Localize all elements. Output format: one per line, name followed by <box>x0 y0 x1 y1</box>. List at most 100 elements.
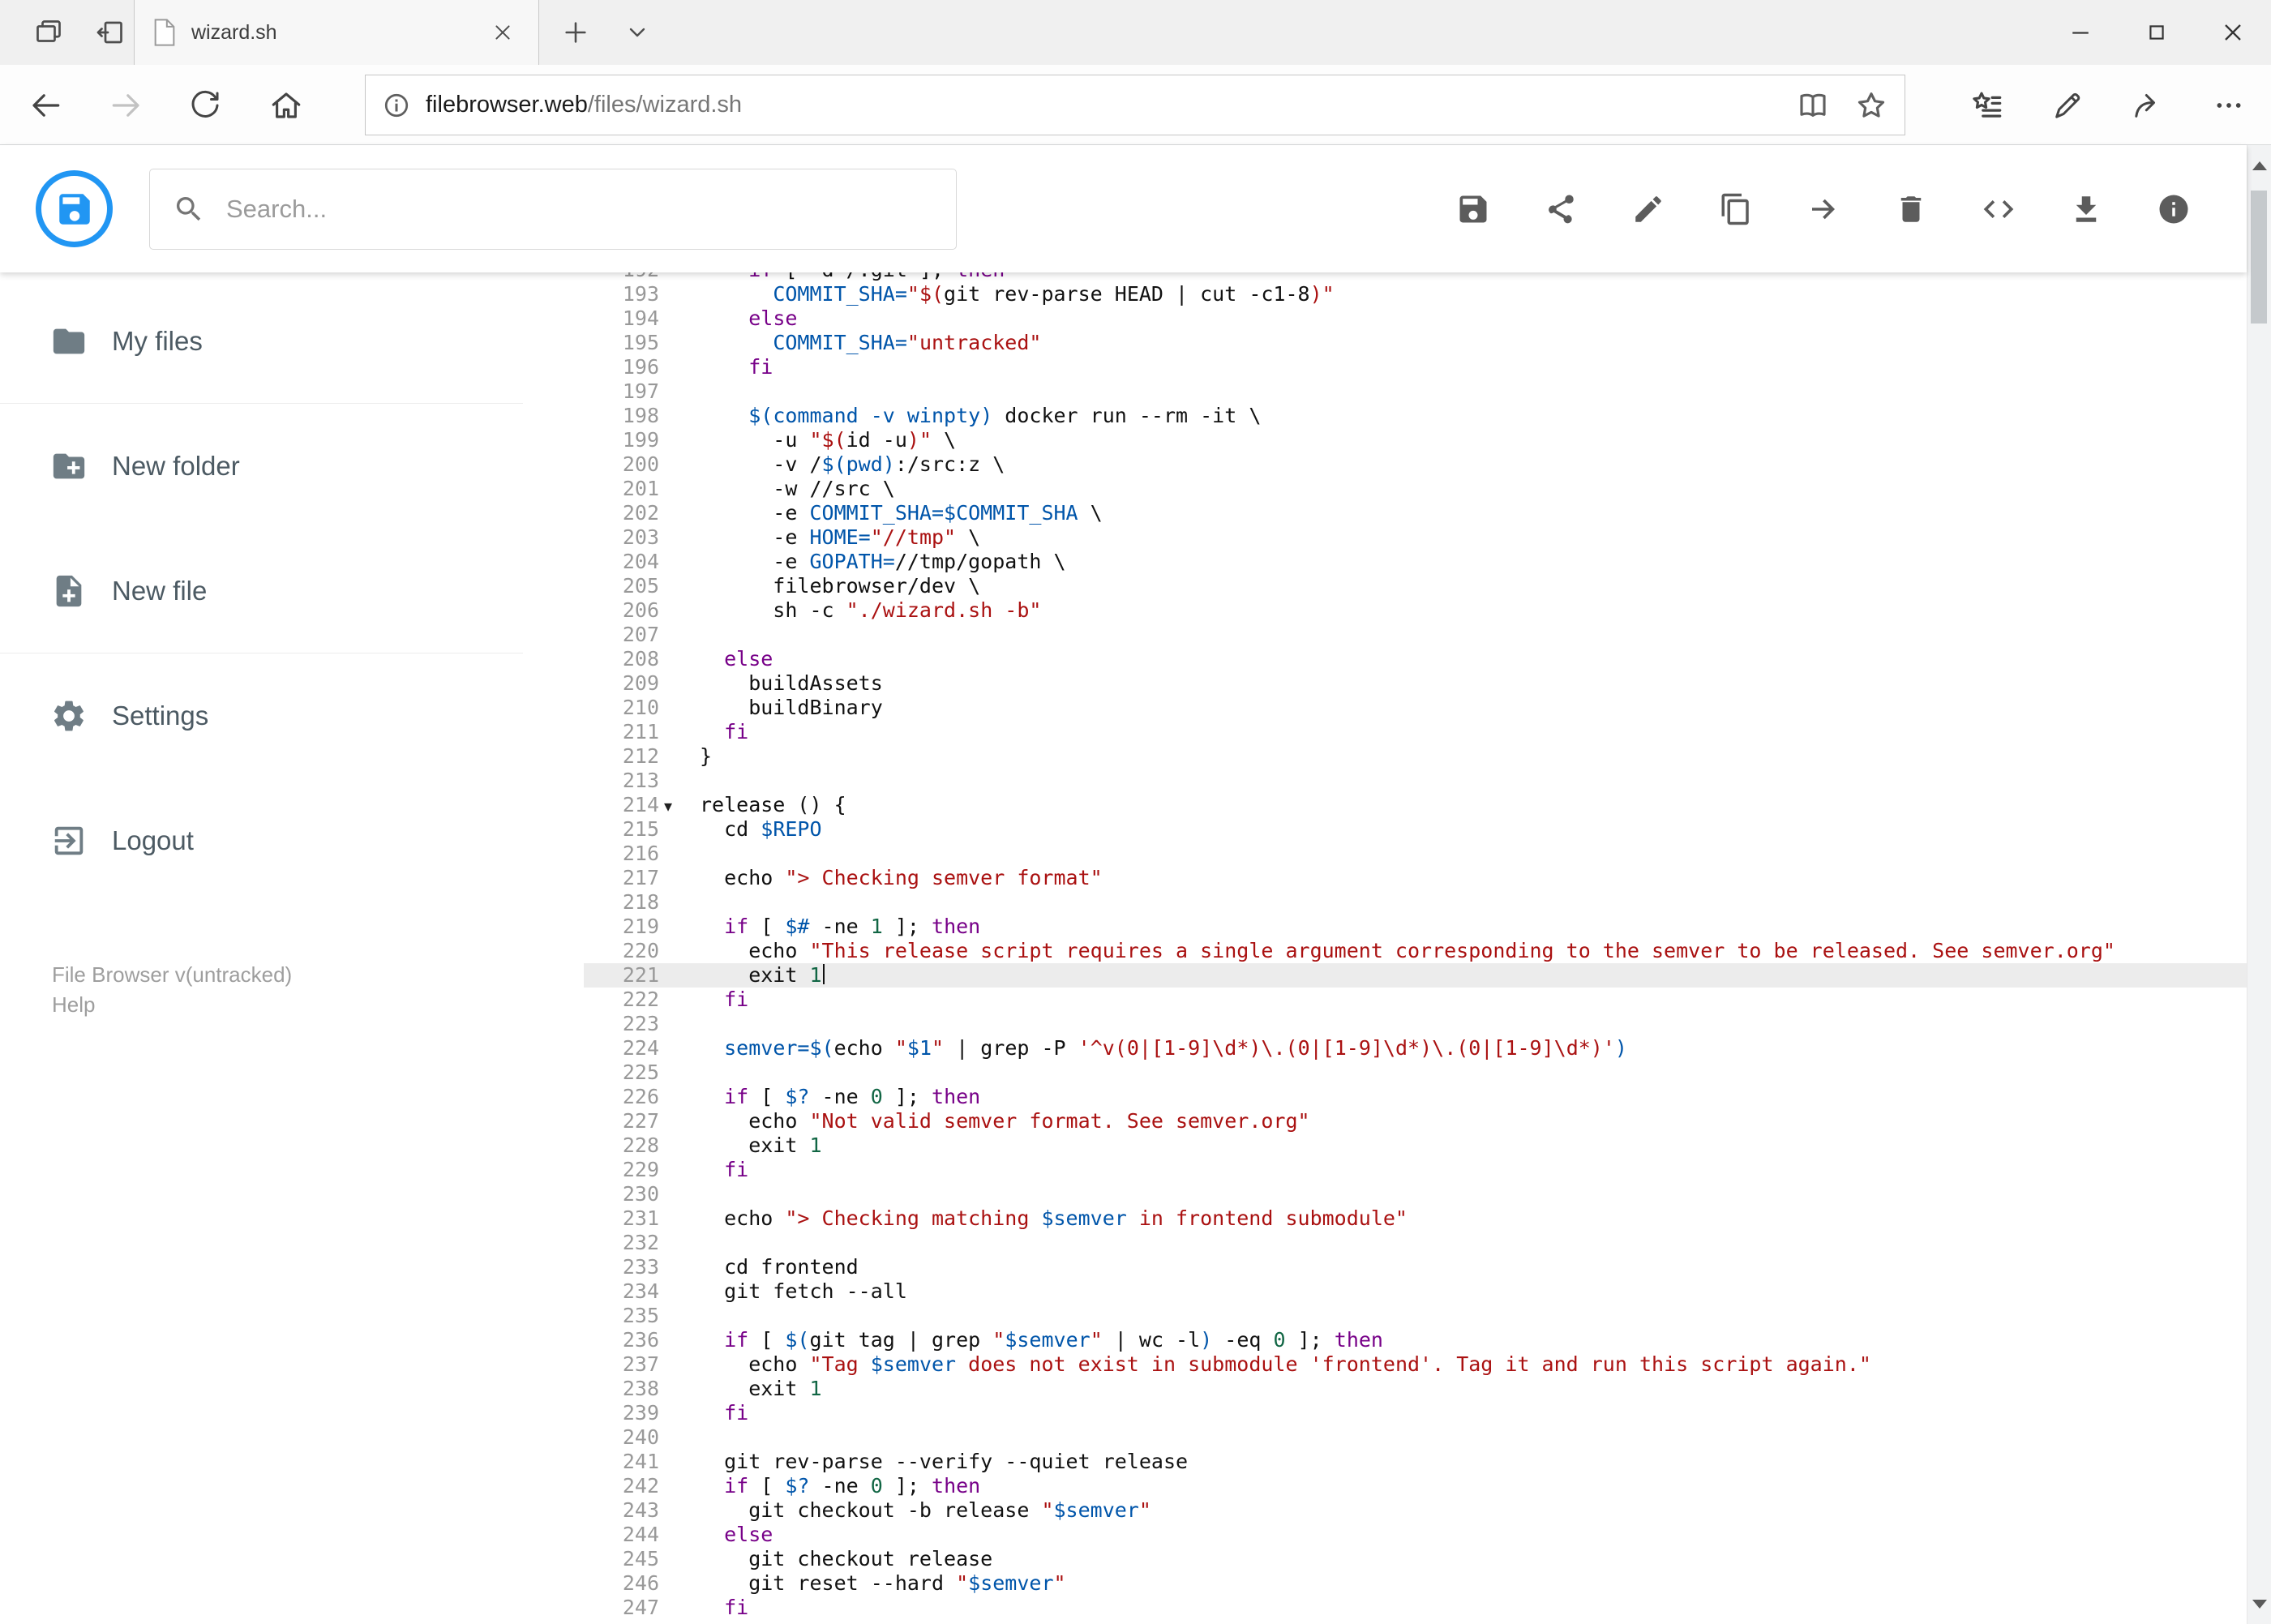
tab-close-icon[interactable] <box>485 15 521 50</box>
code-line[interactable]: 202 -e COMMIT_SHA=$COMMIT_SHA \ <box>584 501 2247 525</box>
browser-tab[interactable]: wizard.sh <box>134 0 539 65</box>
code-text[interactable]: -w //src \ <box>700 477 895 500</box>
line-number[interactable]: 235 <box>584 1304 659 1328</box>
code-line[interactable]: 224 semver=$(echo "$1" | grep -P '^v(0|[… <box>584 1036 2247 1061</box>
refresh-button[interactable] <box>176 76 234 135</box>
search-bar[interactable] <box>149 169 957 250</box>
code-line[interactable]: 214 ▾ release () { <box>584 793 2247 817</box>
line-number[interactable]: 195 <box>584 331 659 355</box>
code-text[interactable]: COMMIT_SHA="$(git rev-parse HEAD | cut -… <box>700 282 1334 306</box>
code-line[interactable]: 200 -v /$(pwd):/src:z \ <box>584 452 2247 477</box>
code-line[interactable]: 221 exit 1 <box>584 963 2247 988</box>
line-number[interactable]: 196 <box>584 355 659 379</box>
code-line[interactable]: 246 git reset --hard "$semver" <box>584 1571 2247 1596</box>
line-number[interactable]: 240 <box>584 1425 659 1450</box>
code-text[interactable]: sh -c "./wizard.sh -b" <box>700 598 1041 622</box>
line-number[interactable]: 229 <box>584 1158 659 1182</box>
line-number[interactable]: 243 <box>584 1498 659 1523</box>
code-text[interactable]: if [ $? -ne 0 ]; then <box>700 1085 980 1108</box>
line-number[interactable]: 226 <box>584 1085 659 1109</box>
code-line[interactable]: 205 filebrowser/dev \ <box>584 574 2247 598</box>
line-number[interactable]: 203 <box>584 525 659 550</box>
sidebar-item-settings[interactable]: Settings <box>0 653 523 778</box>
line-number[interactable]: 216 <box>584 842 659 866</box>
sidebar-item-new-file[interactable]: New file <box>0 529 523 653</box>
code-text[interactable]: git checkout release <box>700 1547 992 1570</box>
line-number[interactable]: 213 <box>584 769 659 793</box>
move-button[interactable] <box>1799 185 1848 234</box>
code-text[interactable]: -e COMMIT_SHA=$COMMIT_SHA \ <box>700 501 1102 525</box>
code-text[interactable]: echo "Tag $semver does not exist in subm… <box>700 1352 1871 1376</box>
url-text[interactable]: filebrowser.web/files/wizard.sh <box>426 92 1783 118</box>
line-number[interactable]: 211 <box>584 720 659 744</box>
line-number[interactable]: 219 <box>584 915 659 939</box>
new-tab-button[interactable] <box>545 0 606 65</box>
code-line[interactable]: 192 if [ -d /.git ]; then <box>584 272 2247 282</box>
line-number[interactable]: 246 <box>584 1571 659 1596</box>
code-line[interactable]: 225 <box>584 1061 2247 1085</box>
code-line[interactable]: 215 cd $REPO <box>584 817 2247 842</box>
line-number[interactable]: 209 <box>584 671 659 696</box>
code-line[interactable]: 245 git checkout release <box>584 1547 2247 1571</box>
code-line[interactable]: 207 <box>584 623 2247 647</box>
code-line[interactable]: 226 if [ $? -ne 0 ]; then <box>584 1085 2247 1109</box>
code-line[interactable]: 238 exit 1 <box>584 1377 2247 1401</box>
scrollbar-up-arrow[interactable] <box>2247 145 2271 186</box>
line-number[interactable]: 220 <box>584 939 659 963</box>
code-line[interactable]: 199 -u "$(id -u)" \ <box>584 428 2247 452</box>
code-text[interactable]: exit 1 <box>700 963 825 987</box>
line-number[interactable]: 215 <box>584 817 659 842</box>
code-text[interactable]: exit 1 <box>700 1377 821 1400</box>
code-line[interactable]: 231 echo "> Checking matching $semver in… <box>584 1206 2247 1231</box>
address-bar[interactable]: filebrowser.web/files/wizard.sh <box>365 75 1905 135</box>
code-line[interactable]: 244 else <box>584 1523 2247 1547</box>
code-line[interactable]: 228 exit 1 <box>584 1133 2247 1158</box>
hub-favorites-icon[interactable] <box>1958 76 2016 135</box>
code-line[interactable]: 222 fi <box>584 988 2247 1012</box>
line-number[interactable]: 204 <box>584 550 659 574</box>
save-button[interactable] <box>1449 185 1498 234</box>
code-line[interactable]: 232 <box>584 1231 2247 1255</box>
line-number[interactable]: 206 <box>584 598 659 623</box>
info-button[interactable] <box>2149 185 2198 234</box>
line-number[interactable]: 239 <box>584 1401 659 1425</box>
maximize-button[interactable] <box>2119 0 2195 65</box>
line-number[interactable]: 232 <box>584 1231 659 1255</box>
line-number[interactable]: 218 <box>584 890 659 915</box>
line-number[interactable]: 198 <box>584 404 659 428</box>
code-text[interactable]: } <box>700 744 712 768</box>
line-number[interactable]: 247 <box>584 1596 659 1620</box>
home-button[interactable] <box>257 76 315 135</box>
line-number[interactable]: 225 <box>584 1061 659 1085</box>
copy-button[interactable] <box>1712 185 1760 234</box>
line-number[interactable]: 244 <box>584 1523 659 1547</box>
code-text[interactable]: git checkout -b release "$semver" <box>700 1498 1151 1522</box>
code-line[interactable]: 210 buildBinary <box>584 696 2247 720</box>
code-line[interactable]: 227 echo "Not valid semver format. See s… <box>584 1109 2247 1133</box>
code-text[interactable]: echo "Not valid semver format. See semve… <box>700 1109 1309 1133</box>
code-text[interactable]: cd frontend <box>700 1255 859 1279</box>
code-line[interactable]: 198 $(command -v winpty) docker run --rm… <box>584 404 2247 428</box>
minimize-button[interactable] <box>2042 0 2119 65</box>
download-button[interactable] <box>2062 185 2110 234</box>
code-text[interactable]: cd $REPO <box>700 817 821 841</box>
line-number[interactable]: 238 <box>584 1377 659 1401</box>
line-number[interactable]: 197 <box>584 379 659 404</box>
line-number[interactable]: 194 <box>584 306 659 331</box>
favorite-star-icon[interactable] <box>1854 88 1888 122</box>
code-text[interactable]: buildBinary <box>700 696 883 719</box>
code-text[interactable]: fi <box>700 1158 748 1181</box>
code-line[interactable]: 201 -w //src \ <box>584 477 2247 501</box>
code-text[interactable]: git reset --hard "$semver" <box>700 1571 1065 1595</box>
code-line[interactable]: 242 if [ $? -ne 0 ]; then <box>584 1474 2247 1498</box>
code-line[interactable]: 193 COMMIT_SHA="$(git rev-parse HEAD | c… <box>584 282 2247 306</box>
code-line[interactable]: 240 <box>584 1425 2247 1450</box>
line-number[interactable]: 217 <box>584 866 659 890</box>
code-line[interactable]: 223 <box>584 1012 2247 1036</box>
code-text[interactable]: git fetch --all <box>700 1279 907 1303</box>
code-line[interactable]: 194 else <box>584 306 2247 331</box>
code-line[interactable]: 218 <box>584 890 2247 915</box>
help-link[interactable]: Help <box>52 990 292 1020</box>
code-line[interactable]: 197 <box>584 379 2247 404</box>
code-text[interactable]: -v /$(pwd):/src:z \ <box>700 452 1005 476</box>
